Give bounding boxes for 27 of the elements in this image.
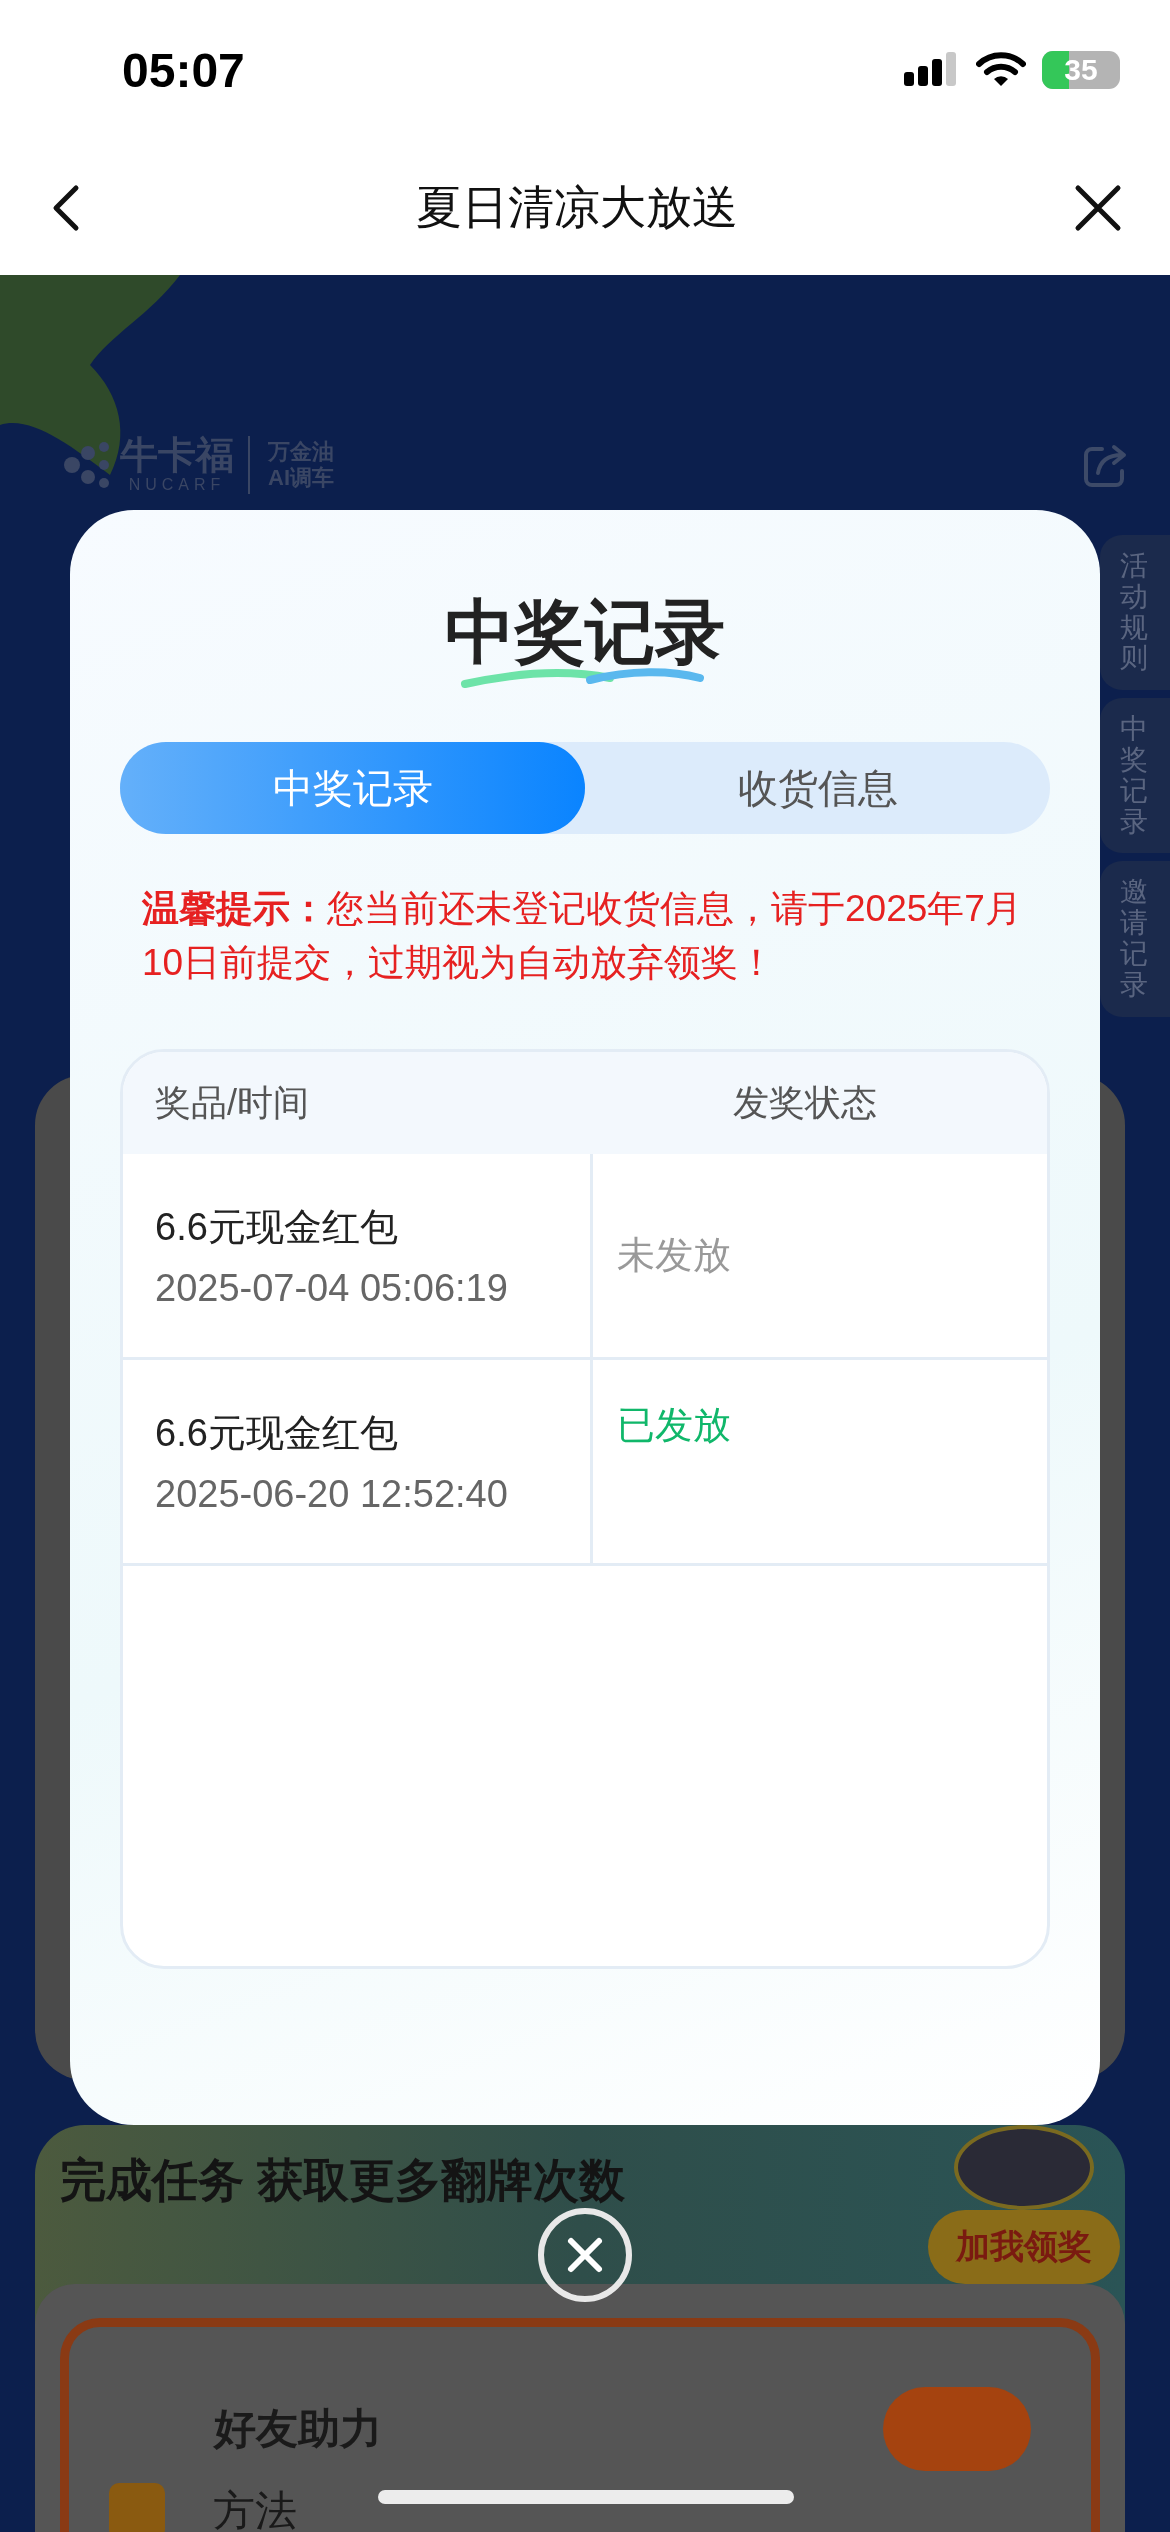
page-title: 夏日清凉大放送: [416, 179, 738, 235]
close-icon[interactable]: [1074, 183, 1122, 232]
notice-text: 温馨提示：您当前还未登记收货信息，请于2025年7月10日前提交，过期视为自动放弃领奖！: [142, 887, 1023, 985]
dialog-title: 中奖记录: [445, 592, 725, 673]
prize-name: 6.6元现金红包: [155, 1410, 399, 1456]
status-time: 05:07: [122, 42, 245, 98]
column-header: 发奖状态: [732, 1080, 878, 1125]
side-tab[interactable]: 活动规则: [1100, 535, 1170, 691]
side-tab[interactable]: 中奖记录: [1100, 698, 1170, 854]
column-header: 奖品/时间: [154, 1080, 310, 1125]
tab[interactable]: 收货信息: [585, 742, 1050, 834]
task-label: 方法: [213, 2486, 297, 2532]
logo-icon: [62, 441, 112, 489]
status-text: 未发放: [617, 1233, 731, 1279]
list-icon: [109, 2483, 165, 2532]
side-tab[interactable]: 邀请记录: [1100, 861, 1170, 1017]
prize-time: 2025-06-20 12:52:40: [155, 1472, 509, 1516]
prize-name: 6.6元现金红包: [155, 1204, 399, 1250]
wifi-icon: [976, 52, 1026, 88]
claim-button[interactable]: 加我领奖: [928, 2210, 1120, 2284]
close-button[interactable]: [538, 2208, 632, 2302]
task-title: 完成任务 获取更多翻牌次数: [60, 2155, 625, 2206]
status-text: 已发放: [617, 1403, 731, 1449]
tab[interactable]: 中奖记录: [120, 742, 585, 834]
prize-time: 2025-07-04 05:06:19: [155, 1266, 509, 1310]
close-icon: [565, 2235, 605, 2275]
task-name: 好友助力: [214, 2404, 382, 2454]
